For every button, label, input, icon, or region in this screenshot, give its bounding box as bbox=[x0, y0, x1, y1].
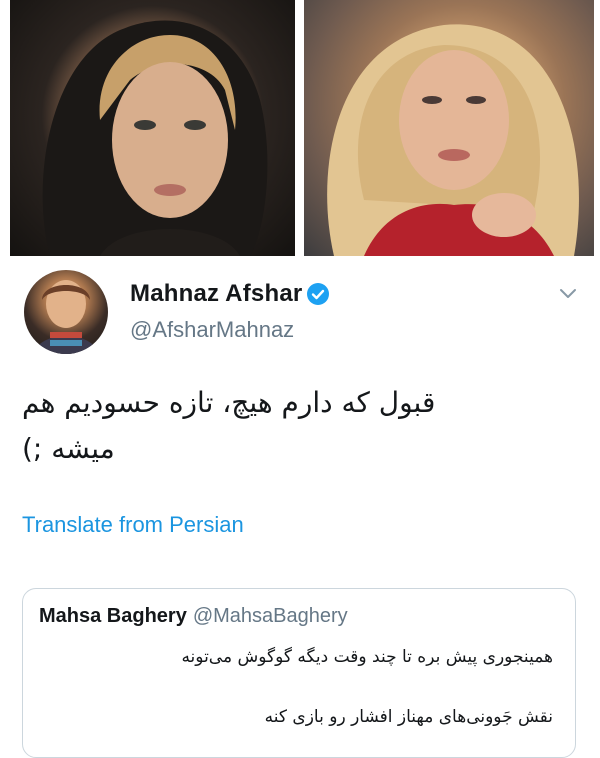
tweet-text: قبول که دارم هیچ، تازه حسودیم هم میشه ;) bbox=[22, 386, 436, 465]
quoted-tweet[interactable]: Mahsa Baghery @MahsaBaghery همینجوری پیش … bbox=[22, 588, 576, 758]
verified-badge-icon bbox=[307, 283, 329, 305]
quoted-tweet-header: Mahsa Baghery @MahsaBaghery bbox=[39, 605, 348, 628]
photo-collage bbox=[0, 0, 600, 262]
quoted-author-handle: @MahsaBaghery bbox=[192, 605, 348, 627]
author-name[interactable]: Mahnaz Afshar bbox=[130, 280, 302, 308]
chevron-down-icon[interactable] bbox=[557, 282, 579, 304]
tweet-card: Mahnaz Afshar @AfsharMahnaz قبول که دارم… bbox=[0, 262, 600, 758]
quoted-tweet-line-2: نقش جَوونی‌های مهناز افشار رو بازی کنه bbox=[264, 707, 553, 727]
translate-link[interactable]: Translate from Persian bbox=[22, 512, 244, 538]
woman-portrait-headscarf-image bbox=[10, 0, 295, 256]
woman-portrait-blonde-image bbox=[304, 0, 594, 256]
avatar[interactable] bbox=[24, 270, 108, 354]
quoted-author-name: Mahsa Baghery bbox=[39, 605, 187, 627]
quoted-tweet-line-1: همینجوری پیش بره تا چند وقت دیگه گوگوش م… bbox=[181, 647, 553, 667]
author-handle[interactable]: @AfsharMahnaz bbox=[130, 317, 294, 343]
